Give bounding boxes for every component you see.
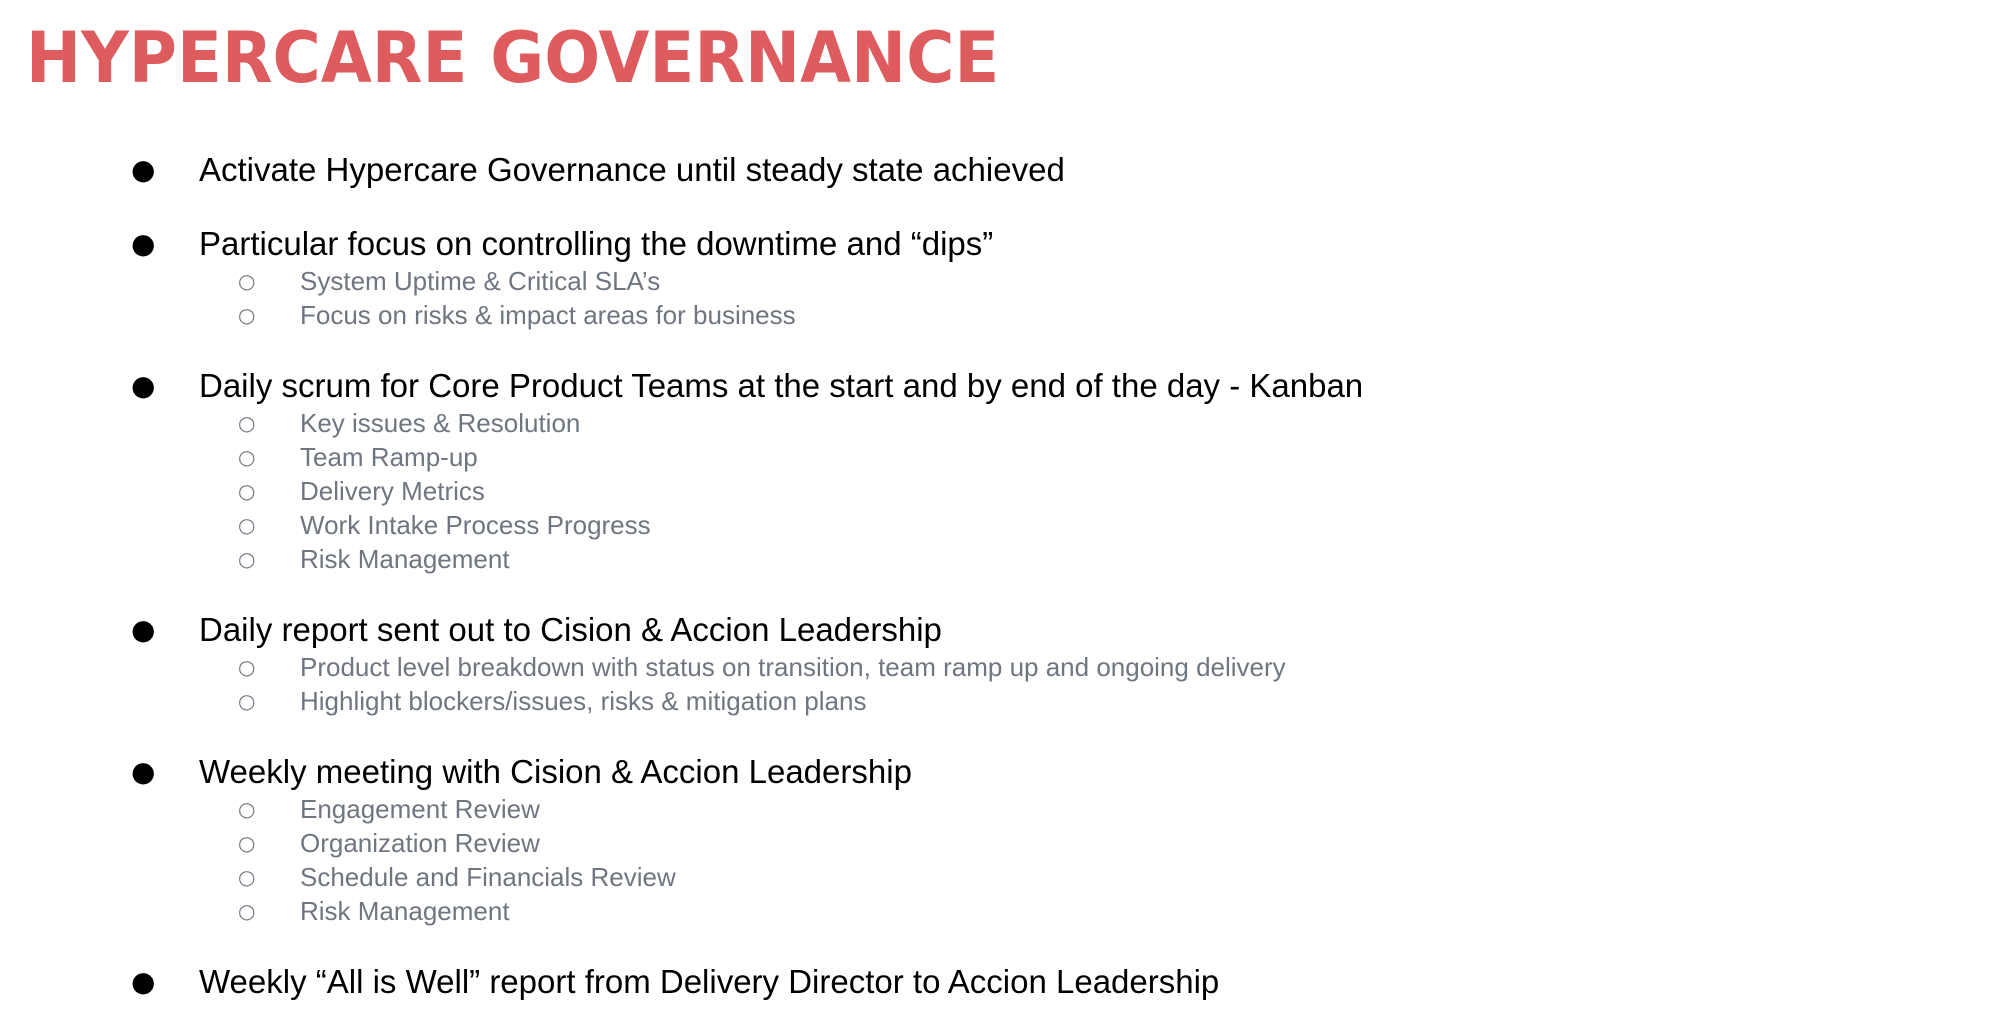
sub-bullet-circle-icon: ○: [238, 689, 256, 713]
slide-title: HYPERCARE GOVERNANCE: [26, 17, 1000, 99]
sub-bullet-text: Focus on risks & impact areas for busine…: [300, 300, 796, 330]
bullet-item: ● Particular focus on controlling the dow…: [0, 224, 2016, 264]
bullet-item: ● Activate Hypercare Governance until ste…: [0, 150, 2016, 190]
bullet-item: ● Weekly “All is Well” report from Delive…: [0, 962, 2016, 1002]
sub-bullet-text: Product level breakdown with status on t…: [300, 652, 1286, 682]
sub-bullet-text: Organization Review: [300, 828, 540, 858]
bullet-text: Activate Hypercare Governance until stea…: [199, 151, 1065, 188]
sub-bullet-circle-icon: ○: [238, 513, 256, 537]
sub-bullet-text: Engagement Review: [300, 794, 540, 824]
sub-bullet-circle-icon: ○: [238, 479, 256, 503]
bullet-dot-icon: ●: [131, 613, 156, 646]
bullet-dot-icon: ●: [131, 755, 156, 788]
bullet-dot-icon: ●: [131, 965, 156, 998]
bullet-text: Particular focus on controlling the down…: [199, 225, 994, 262]
sub-bullet-item: ○ Work Intake Process Progress: [0, 508, 2016, 542]
bullet-dot-icon: ●: [131, 153, 156, 186]
bullet-text: Daily report sent out to Cision & Accion…: [199, 611, 942, 648]
sub-bullet-item: ○ Engagement Review: [0, 792, 2016, 826]
sub-bullet-circle-icon: ○: [238, 865, 256, 889]
sub-bullet-circle-icon: ○: [238, 655, 256, 679]
bullet-dot-icon: ●: [131, 369, 156, 402]
sub-bullet-text: Delivery Metrics: [300, 476, 485, 506]
bullet-text: Weekly “All is Well” report from Deliver…: [199, 963, 1220, 1000]
sub-bullet-circle-icon: ○: [238, 303, 256, 327]
bullet-text: Daily scrum for Core Product Teams at th…: [199, 367, 1364, 404]
sub-bullet-item: ○ Team Ramp-up: [0, 440, 2016, 474]
sub-bullet-text: Risk Management: [300, 544, 510, 574]
sub-bullet-text: Schedule and Financials Review: [300, 862, 676, 892]
sub-bullet-circle-icon: ○: [238, 269, 256, 293]
sub-bullet-circle-icon: ○: [238, 411, 256, 435]
sub-bullet-item: ○ Risk Management: [0, 542, 2016, 576]
sub-bullet-text: Risk Management: [300, 896, 510, 926]
sub-bullet-circle-icon: ○: [238, 445, 256, 469]
sub-bullet-item: ○ Focus on risks & impact areas for busin…: [0, 298, 2016, 332]
sub-bullet-circle-icon: ○: [238, 899, 256, 923]
sub-bullet-circle-icon: ○: [238, 797, 256, 821]
sub-bullet-item: ○ Key issues & Resolution: [0, 406, 2016, 440]
bullet-text: Weekly meeting with Cision & Accion Lead…: [199, 753, 912, 790]
bullet-dot-icon: ●: [131, 227, 156, 260]
sub-bullet-item: ○ System Uptime & Critical SLA’s: [0, 264, 2016, 298]
sub-bullet-item: ○ Organization Review: [0, 826, 2016, 860]
slide: HYPERCARE GOVERNANCE ● Activate Hypercare…: [0, 0, 2016, 1014]
sub-bullet-text: Highlight blockers/issues, risks & mitig…: [300, 686, 867, 716]
bullet-item: ● Weekly meeting with Cision & Accion Lea…: [0, 752, 2016, 792]
bullet-item: ● Daily report sent out to Cision & Accio…: [0, 610, 2016, 650]
sub-bullet-text: Key issues & Resolution: [300, 408, 581, 438]
sub-bullet-item: ○ Product level breakdown with status on …: [0, 650, 2016, 684]
sub-bullet-item: ○ Highlight blockers/issues, risks & miti…: [0, 684, 2016, 718]
sub-bullet-item: ○ Schedule and Financials Review: [0, 860, 2016, 894]
sub-bullet-circle-icon: ○: [238, 831, 256, 855]
sub-bullet-item: ○ Delivery Metrics: [0, 474, 2016, 508]
bullet-item: ● Daily scrum for Core Product Teams at t…: [0, 366, 2016, 406]
sub-bullet-text: Work Intake Process Progress: [300, 510, 651, 540]
sub-bullet-item: ○ Risk Management: [0, 894, 2016, 928]
sub-bullet-text: System Uptime & Critical SLA’s: [300, 266, 661, 296]
sub-bullet-circle-icon: ○: [238, 547, 256, 571]
sub-bullet-text: Team Ramp-up: [300, 442, 478, 472]
